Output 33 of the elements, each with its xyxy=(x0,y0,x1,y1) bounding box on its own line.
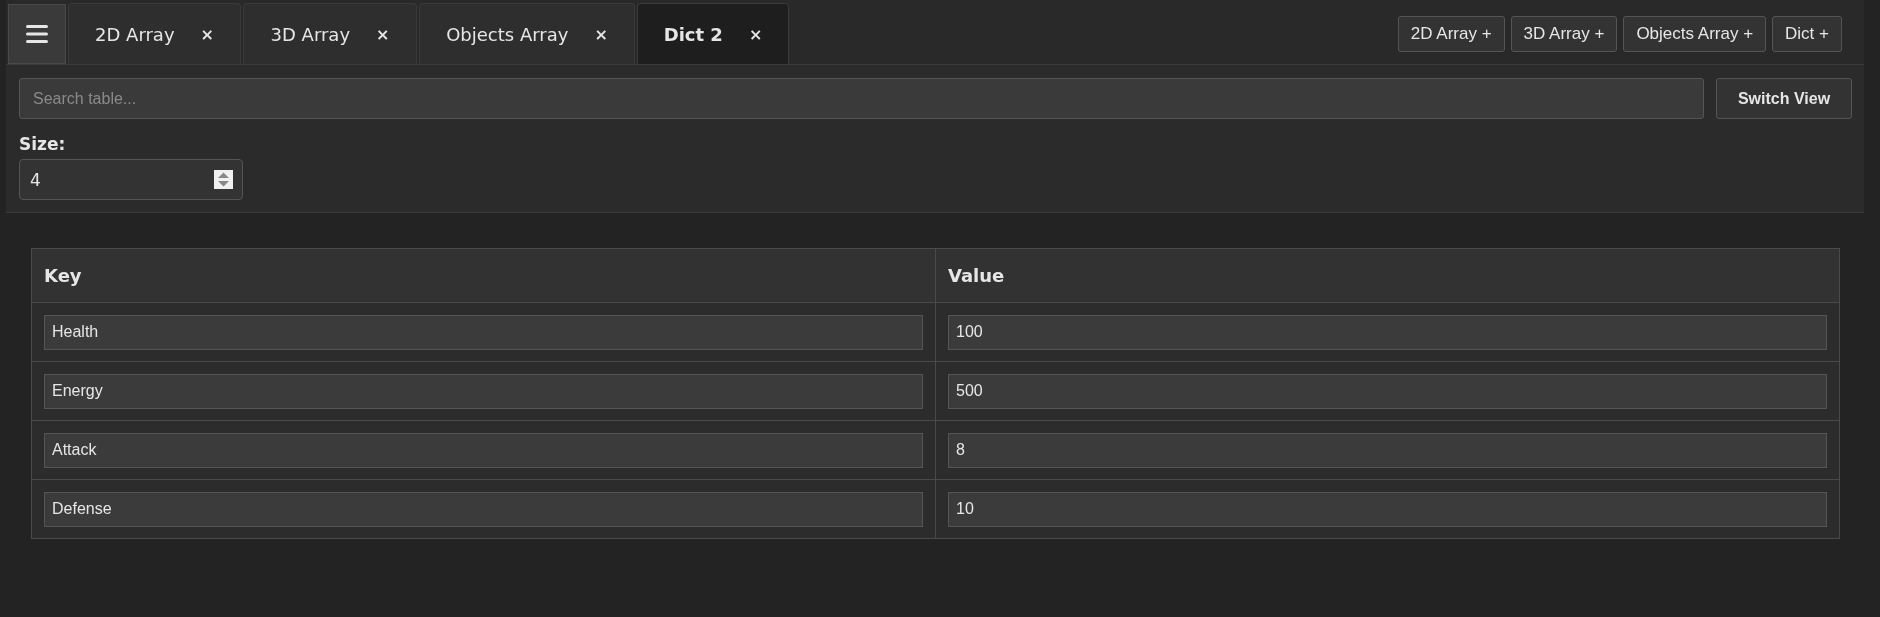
cell-input[interactable]: Health xyxy=(44,314,923,350)
switch-view-button[interactable]: Switch View xyxy=(1716,78,1852,119)
column-header: Value xyxy=(935,248,1840,303)
close-button[interactable]: × xyxy=(200,24,214,44)
tab-label: 3D Array xyxy=(270,23,351,45)
close-button[interactable]: × xyxy=(594,24,608,44)
size-label: Size: xyxy=(19,134,66,154)
menu-icon xyxy=(26,25,48,43)
close-button[interactable]: × xyxy=(748,24,763,44)
cell-input[interactable]: 8 xyxy=(948,432,1827,468)
cell-input[interactable]: 500 xyxy=(948,373,1827,409)
column-header: Key xyxy=(31,248,936,303)
tab-label: Objects Array xyxy=(446,23,569,45)
spinner-arrows-icon[interactable] xyxy=(214,170,233,189)
cell-input[interactable]: 10 xyxy=(948,491,1827,527)
tab[interactable]: 2D Array × xyxy=(68,3,241,64)
add-tab-button[interactable]: 3D Array + xyxy=(1510,15,1618,52)
tab-label: Dict 2 xyxy=(663,23,723,45)
size-field[interactable]: 4 xyxy=(19,159,243,200)
search-field[interactable]: Search table... xyxy=(19,78,1704,119)
tab[interactable]: 3D Array × xyxy=(243,3,417,64)
tab[interactable]: Dict 2 × xyxy=(637,3,789,64)
add-tab-button[interactable]: Objects Array + xyxy=(1623,15,1767,52)
add-tab-button[interactable]: Dict + xyxy=(1772,15,1842,52)
menu-button[interactable] xyxy=(8,4,66,64)
cell-input[interactable]: 100 xyxy=(948,314,1827,350)
tab-label: 2D Array xyxy=(95,23,175,45)
tab[interactable]: Objects Array × xyxy=(419,3,635,64)
cell-input[interactable]: Attack xyxy=(44,432,923,468)
cell-input[interactable]: Defense xyxy=(44,491,923,527)
cell-input[interactable]: Energy xyxy=(44,373,923,409)
add-tab-button[interactable]: 2D Array + xyxy=(1397,15,1505,52)
close-button[interactable]: × xyxy=(376,24,390,44)
